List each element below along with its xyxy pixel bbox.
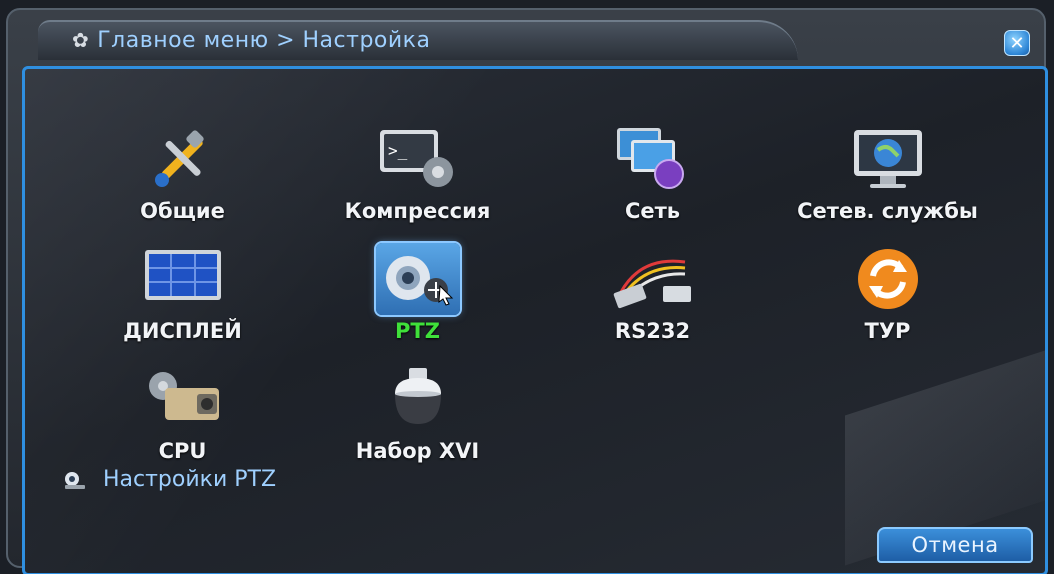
menu-item-label: Сетев. службы — [797, 199, 978, 223]
menu-item-ptz[interactable]: PTZ — [300, 231, 535, 351]
globe-monitor-icon — [846, 123, 930, 195]
menu-item-label: ДИСПЛЕЙ — [123, 319, 242, 343]
menu-item-label: PTZ — [395, 319, 440, 343]
menu-item-compression[interactable]: >_ Компрессия — [300, 111, 535, 231]
refresh-cycle-icon — [846, 243, 930, 315]
cctv-camera-icon — [141, 363, 225, 435]
window-title-text: Главное меню > Настройка — [97, 27, 431, 53]
settings-panel: Общие >_ Компрессия Сеть Сетев. службы Д… — [22, 66, 1048, 574]
console-gear-icon: >_ — [376, 123, 460, 195]
menu-item-label: Набор XVI — [355, 439, 480, 463]
menu-item-label: Сеть — [624, 199, 681, 223]
settings-window: ✿ Главное меню > Настройка ✕ Общие >_ Ко… — [6, 8, 1048, 574]
tools-icon — [141, 123, 225, 195]
ptz-camera-icon — [375, 243, 460, 315]
ptz-small-icon — [63, 470, 87, 490]
menu-item-label: CPU — [158, 439, 207, 463]
dome-camera-icon — [376, 363, 460, 435]
menu-item-net-services[interactable]: Сетев. службы — [770, 111, 1005, 231]
menu-item-xvi-set[interactable]: Набор XVI — [300, 351, 535, 471]
serial-cable-icon — [611, 243, 695, 315]
display-grid-icon — [141, 243, 225, 315]
close-icon: ✕ — [1009, 32, 1025, 54]
menu-item-display[interactable]: ДИСПЛЕЙ — [65, 231, 300, 351]
network-monitors-icon — [611, 123, 695, 195]
menu-item-label: Компрессия — [344, 199, 491, 223]
menu-item-tour[interactable]: ТУР — [770, 231, 1005, 351]
menu-item-general[interactable]: Общие — [65, 111, 300, 231]
menu-item-label: ТУР — [864, 319, 911, 343]
gear-icon: ✿ — [72, 28, 90, 52]
cancel-button[interactable]: Отмена — [877, 527, 1033, 563]
menu-item-network[interactable]: Сеть — [535, 111, 770, 231]
menu-item-rs232[interactable]: RS232 — [535, 231, 770, 351]
settings-menu-grid: Общие >_ Компрессия Сеть Сетев. службы Д… — [65, 111, 1005, 471]
menu-item-cpu[interactable]: CPU — [65, 351, 300, 471]
close-button[interactable]: ✕ — [1004, 30, 1030, 56]
status-text: Настройки PTZ — [103, 467, 277, 492]
svg-text:>_: >_ — [388, 141, 408, 160]
menu-item-label: RS232 — [614, 319, 691, 343]
status-line: Настройки PTZ — [63, 467, 276, 492]
menu-item-label: Общие — [140, 199, 225, 223]
window-title: ✿ Главное меню > Настройка — [72, 24, 430, 56]
